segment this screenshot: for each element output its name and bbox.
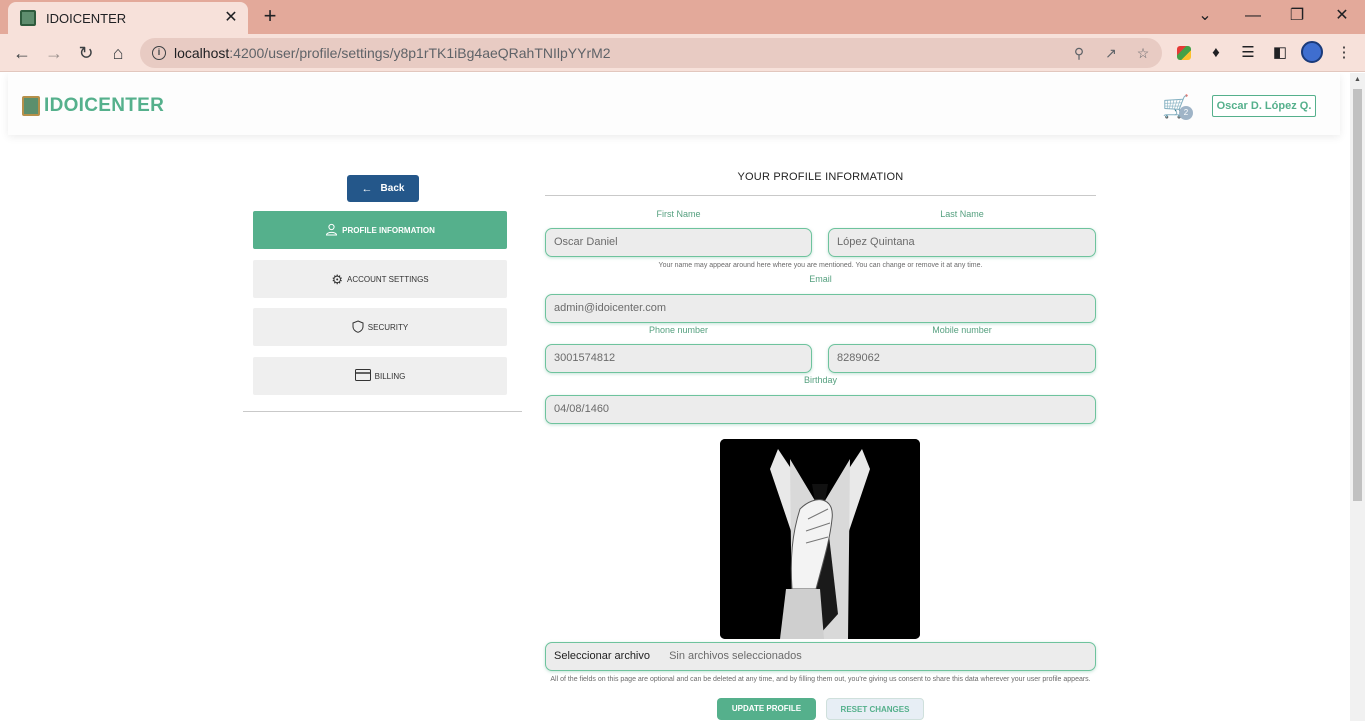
brand-logo-icon (22, 96, 40, 116)
sidebar-item-label: BILLING (374, 371, 406, 381)
user-icon (325, 223, 338, 238)
new-tab-button[interactable]: + (258, 4, 282, 28)
gear-icon: ⚙ (331, 271, 343, 287)
profile-avatar-image (720, 439, 920, 639)
maximize-button[interactable]: ❐ (1282, 4, 1312, 28)
arrow-left-icon: ← (361, 182, 373, 195)
address-bar[interactable]: i localhost:4200/user/profile/settings/y… (140, 38, 1162, 68)
mobile-label: Mobile number (932, 325, 992, 335)
site-favicon-icon (20, 10, 36, 26)
minimize-button[interactable]: — (1238, 4, 1268, 28)
phone-label: Phone number (648, 325, 709, 335)
zoom-icon[interactable]: ⚲ (1070, 44, 1088, 62)
bookmark-star-icon[interactable]: ☆ (1134, 44, 1152, 62)
choose-file-button[interactable]: Seleccionar archivo (554, 650, 650, 662)
phone-input[interactable]: 3001574812 (545, 344, 812, 373)
page-viewport: IDOICENTER 🛒 2 Oscar D. López Q. ← Back … (0, 73, 1350, 721)
browser-toolbar: ← → ↻ ⌂ i localhost:4200/user/profile/se… (0, 34, 1365, 72)
shield-icon (352, 319, 364, 335)
brand[interactable]: IDOICENTER (22, 95, 164, 117)
back-button[interactable]: ← Back (347, 175, 419, 202)
sidebar-divider (243, 411, 522, 412)
browser-menu-icon[interactable]: ⋮ (1334, 43, 1354, 63)
scroll-up-icon[interactable]: ▲ (1353, 75, 1362, 84)
sidebar-item-label: ACCOUNT SETTINGS (347, 274, 429, 284)
home-icon[interactable]: ⌂ (104, 39, 132, 67)
sidebar-item-profile-information[interactable]: PROFILE INFORMATION (253, 211, 507, 249)
sidebar-item-security[interactable]: SECURITY (253, 308, 507, 346)
section-title: YOUR PROFILE INFORMATION (737, 171, 904, 183)
close-tab-icon[interactable]: ✕ (220, 7, 242, 29)
birthday-label: Birthday (803, 375, 838, 385)
user-menu-button[interactable]: Oscar D. López Q. (1212, 95, 1316, 117)
back-button-label: Back (380, 183, 405, 194)
url-text[interactable]: localhost:4200/user/profile/settings/y8p… (174, 45, 611, 61)
file-status-text: Sin archivos seleccionados (669, 650, 802, 662)
sidebar-item-account-settings[interactable]: ⚙ ACCOUNT SETTINGS (253, 260, 507, 298)
first-name-input[interactable]: Oscar Daniel (545, 228, 812, 257)
sidebar-item-label: PROFILE INFORMATION (342, 225, 435, 235)
title-divider (545, 195, 1096, 196)
mobile-input[interactable]: 8289062 (828, 344, 1096, 373)
site-info-icon[interactable]: i (152, 46, 166, 60)
name-help-text: Your name may appear around here where y… (658, 262, 983, 269)
share-icon[interactable]: ↗ (1102, 44, 1120, 62)
forward-arrow-icon[interactable]: → (40, 39, 68, 67)
cart-button[interactable]: 🛒 2 (1162, 95, 1193, 120)
browser-profile-avatar[interactable] (1301, 41, 1323, 63)
last-name-label: Last Name (940, 209, 984, 219)
media-playlist-icon[interactable]: ☰ (1238, 43, 1258, 63)
puzzle-extensions-icon[interactable]: ♦ (1206, 43, 1226, 63)
sidebar-item-label: SECURITY (367, 322, 409, 332)
close-window-button[interactable]: ✕ (1327, 4, 1357, 28)
update-profile-button[interactable]: UPDATE PROFILE (717, 698, 816, 720)
first-name-label: First Name (656, 209, 701, 219)
scroll-thumb[interactable] (1353, 89, 1362, 501)
cart-count-badge: 2 (1179, 106, 1193, 120)
sidebar-item-billing[interactable]: BILLING (253, 357, 507, 395)
page-scrollbar[interactable]: ▲ (1350, 73, 1365, 721)
browser-tab-strip: IDOICENTER ✕ + ⌄ — ❐ ✕ (0, 0, 1365, 34)
side-panel-icon[interactable]: ◧ (1270, 43, 1290, 63)
email-input[interactable]: admin@idoicenter.com (545, 294, 1096, 323)
consent-text: All of the fields on this page are optio… (550, 676, 1091, 683)
extension-icon[interactable] (1177, 46, 1191, 60)
tab-search-icon[interactable]: ⌄ (1190, 4, 1220, 28)
brand-name: IDOICENTER (44, 95, 165, 116)
last-name-input[interactable]: López Quintana (828, 228, 1096, 257)
profile-photo-file-input[interactable]: Seleccionar archivo Sin archivos selecci… (545, 642, 1096, 671)
site-navbar: IDOICENTER 🛒 2 Oscar D. López Q. (8, 73, 1340, 135)
birthday-input[interactable]: 04/08/1460 (545, 395, 1096, 424)
browser-tab[interactable]: IDOICENTER ✕ (8, 2, 248, 34)
email-label: Email (809, 274, 832, 284)
reload-icon[interactable]: ↻ (72, 39, 100, 67)
back-arrow-icon[interactable]: ← (8, 39, 36, 67)
reset-changes-button[interactable]: RESET CHANGES (826, 698, 924, 720)
tab-title: IDOICENTER (46, 10, 127, 26)
credit-card-icon (354, 369, 371, 383)
